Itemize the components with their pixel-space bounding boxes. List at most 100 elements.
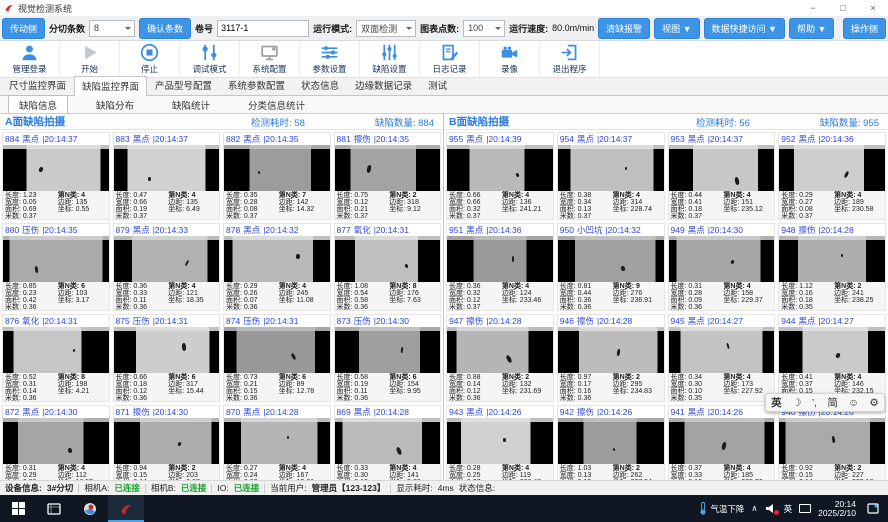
chart-points-select[interactable]: 100 [463,20,505,37]
defect-image[interactable] [558,327,664,373]
ime-lang-toggle[interactable]: 英 [771,395,782,410]
defect-cell[interactable]: 950 小凹坑 |20:14:32 长度: 0.81 宽度: 0.44 面积: … [557,223,665,311]
slit-count-select[interactable]: 8 [89,20,135,37]
ime-fullhalf-icon[interactable]: ☽ [792,397,801,409]
taskbar-app-browser[interactable] [72,495,108,522]
start-button[interactable]: 开始 [60,41,120,77]
defect-image[interactable] [114,145,220,191]
defect-cell[interactable]: 877 氧化 |20:14:31 长度: 1.08 宽度: 0.54 面积: 0… [334,223,442,311]
defect-cell[interactable]: 940 擦伤 |20:14:26 长度: 0.92 宽度: 0.15 面积: 0… [778,405,886,480]
defect-cell[interactable]: 878 黑点 |20:14:32 长度: 0.29 宽度: 0.26 面积: 0… [223,223,331,311]
tab-system-params[interactable]: 系统参数配置 [220,75,293,95]
defect-cell[interactable]: 948 擦伤 |20:14:28 长度: 1.12 宽度: 0.16 面积: 0… [778,223,886,311]
defect-cell[interactable]: 881 擦伤 |20:14:35 长度: 0.75 宽度: 0.12 面积: 0… [334,132,442,220]
task-view-button[interactable] [36,495,72,522]
defect-image[interactable] [779,145,885,191]
defect-settings-button[interactable]: 缺陷设置 [360,41,420,77]
exit-program-button[interactable]: 退出程序 [540,41,600,77]
defect-cell[interactable]: 880 压伤 |20:14:35 长度: 0.85 宽度: 0.23 面积: 0… [2,223,110,311]
clear-alarm-button[interactable]: 清缺报警 [598,18,650,39]
defect-image[interactable] [114,418,220,464]
roll-number-input[interactable] [217,20,309,37]
defect-image[interactable] [224,418,330,464]
defect-cell[interactable]: 884 黑点 |20:14:37 长度: 1.23 宽度: 0.05 面积: 0… [2,132,110,220]
ime-emoji-icon[interactable]: ☺ [848,397,859,409]
minimize-button[interactable]: − [798,0,828,16]
admin-login-button[interactable]: 管理登录 [0,41,60,77]
defect-image[interactable] [447,418,553,464]
stop-button[interactable]: 停止 [120,41,180,77]
defect-cell[interactable]: 871 擦伤 |20:14:30 长度: 0.94 宽度: 0.15 面积: 0… [113,405,221,480]
taskbar-clock[interactable]: 20:14 2025/2/10 [818,500,856,518]
run-mode-select[interactable]: 双面检测 [356,20,416,37]
volume-button[interactable] [765,503,777,514]
defect-cell[interactable]: 879 黑点 |20:14:33 长度: 0.36 宽度: 0.33 面积: 0… [113,223,221,311]
defect-image[interactable] [3,236,109,282]
defect-cell[interactable]: 947 擦伤 |20:14:28 长度: 0.88 宽度: 0.14 面积: 0… [446,314,554,402]
close-button[interactable]: × [858,0,888,16]
defect-image[interactable] [3,145,109,191]
ime-punctuation-icon[interactable]: ’, [812,397,817,409]
defect-cell[interactable]: 875 压伤 |20:14:31 长度: 0.66 宽度: 0.18 面积: 0… [113,314,221,402]
defect-image[interactable] [558,236,664,282]
defect-cell[interactable]: 882 黑点 |20:14:35 长度: 0.35 宽度: 0.28 面积: 0… [223,132,331,220]
maximize-button[interactable]: □ [828,0,858,16]
subtab-defect-distribution[interactable]: 缺陷分布 [86,96,144,114]
drive-side-button[interactable]: 传动侧 [2,18,45,39]
defect-cell[interactable]: 954 黑点 |20:14:37 长度: 0.38 宽度: 0.34 面积: 0… [557,132,665,220]
tab-status-info[interactable]: 状态信息 [293,75,347,95]
defect-cell[interactable]: 869 黑点 |20:14:28 长度: 0.33 宽度: 0.30 面积: 0… [334,405,442,480]
help-menu-button[interactable]: 帮助 ▼ [789,18,834,39]
weather-widget[interactable]: 气温下降 [699,502,744,515]
defect-cell[interactable]: 945 黑点 |20:14:27 长度: 0.34 宽度: 0.30 面积: 0… [668,314,776,402]
defect-cell[interactable]: 883 黑点 |20:14:37 长度: 0.47 宽度: 0.66 面积: 0… [113,132,221,220]
defect-image[interactable] [335,236,441,282]
defect-image[interactable] [558,418,664,464]
defect-image[interactable] [779,327,885,373]
defect-image[interactable] [779,418,885,464]
log-record-button[interactable]: 日志记录 [420,41,480,77]
tab-defect-monitor[interactable]: 缺陷监控界面 [74,76,147,96]
view-menu-button[interactable]: 视图 ▼ [654,18,699,39]
touch-keyboard-icon[interactable] [799,504,811,513]
defect-image[interactable] [335,418,441,464]
defect-cell[interactable]: 876 氧化 |20:14:31 长度: 0.52 宽度: 0.31 面积: 0… [2,314,110,402]
defect-image[interactable] [779,236,885,282]
defect-cell[interactable]: 873 压伤 |20:14:30 长度: 0.58 宽度: 0.19 面积: 0… [334,314,442,402]
taskbar-app-inspection[interactable] [108,495,144,522]
data-shortcut-menu-button[interactable]: 数据快捷访问 ▼ [704,18,785,39]
operate-side-button[interactable]: 操作侧 [843,18,886,39]
defect-cell[interactable]: 946 擦伤 |20:14:28 长度: 0.97 宽度: 0.17 面积: 0… [557,314,665,402]
language-indicator[interactable]: 英 [784,503,793,515]
tab-size-monitor[interactable]: 尺寸监控界面 [1,75,74,95]
defect-cell[interactable]: 874 压伤 |20:14:31 长度: 0.73 宽度: 0.21 面积: 0… [223,314,331,402]
parameter-settings-button[interactable]: 参数设置 [300,41,360,77]
tab-test[interactable]: 测试 [420,75,455,95]
subtab-defect-info[interactable]: 缺陷信息 [8,95,68,115]
confirm-count-button[interactable]: 确认条数 [139,18,191,39]
system-config-button[interactable]: 系统配置 [240,41,300,77]
tray-expand-chevron[interactable]: ∧ [751,503,757,514]
defect-image[interactable] [447,327,553,373]
defect-cell[interactable]: 949 黑点 |20:14:30 长度: 0.31 宽度: 0.28 面积: 0… [668,223,776,311]
defect-cell[interactable]: 953 黑点 |20:14:37 长度: 0.44 宽度: 0.41 面积: 0… [668,132,776,220]
defect-image[interactable] [224,327,330,373]
defect-cell[interactable]: 943 黑点 |20:14:26 长度: 0.28 宽度: 0.25 面积: 0… [446,405,554,480]
defect-image[interactable] [3,418,109,464]
defect-cell[interactable]: 955 黑点 |20:14:39 长度: 0.66 宽度: 0.66 面积: 0… [446,132,554,220]
debug-mode-button[interactable]: 调试模式 [180,41,240,77]
defect-cell[interactable]: 941 黑点 |20:14:26 长度: 0.37 宽度: 0.33 面积: 0… [668,405,776,480]
defect-image[interactable] [114,327,220,373]
defect-image[interactable] [669,236,775,282]
defect-cell[interactable]: 944 黑点 |20:14:27 长度: 0.41 宽度: 0.37 面积: 0… [778,314,886,402]
defect-image[interactable] [669,145,775,191]
defect-cell[interactable]: 951 黑点 |20:14:36 长度: 0.36 宽度: 0.32 面积: 0… [446,223,554,311]
defect-image[interactable] [447,145,553,191]
defect-cell[interactable]: 872 黑点 |20:14:30 长度: 0.31 宽度: 0.29 面积: 0… [2,405,110,480]
defect-image[interactable] [447,236,553,282]
defect-cell[interactable]: 952 黑点 |20:14:36 长度: 0.29 宽度: 0.27 面积: 0… [778,132,886,220]
defect-image[interactable] [114,236,220,282]
record-video-button[interactable]: 录像 [480,41,540,77]
defect-cell[interactable]: 942 擦伤 |20:14:26 长度: 1.03 宽度: 0.13 面积: 0… [557,405,665,480]
defect-image[interactable] [558,145,664,191]
